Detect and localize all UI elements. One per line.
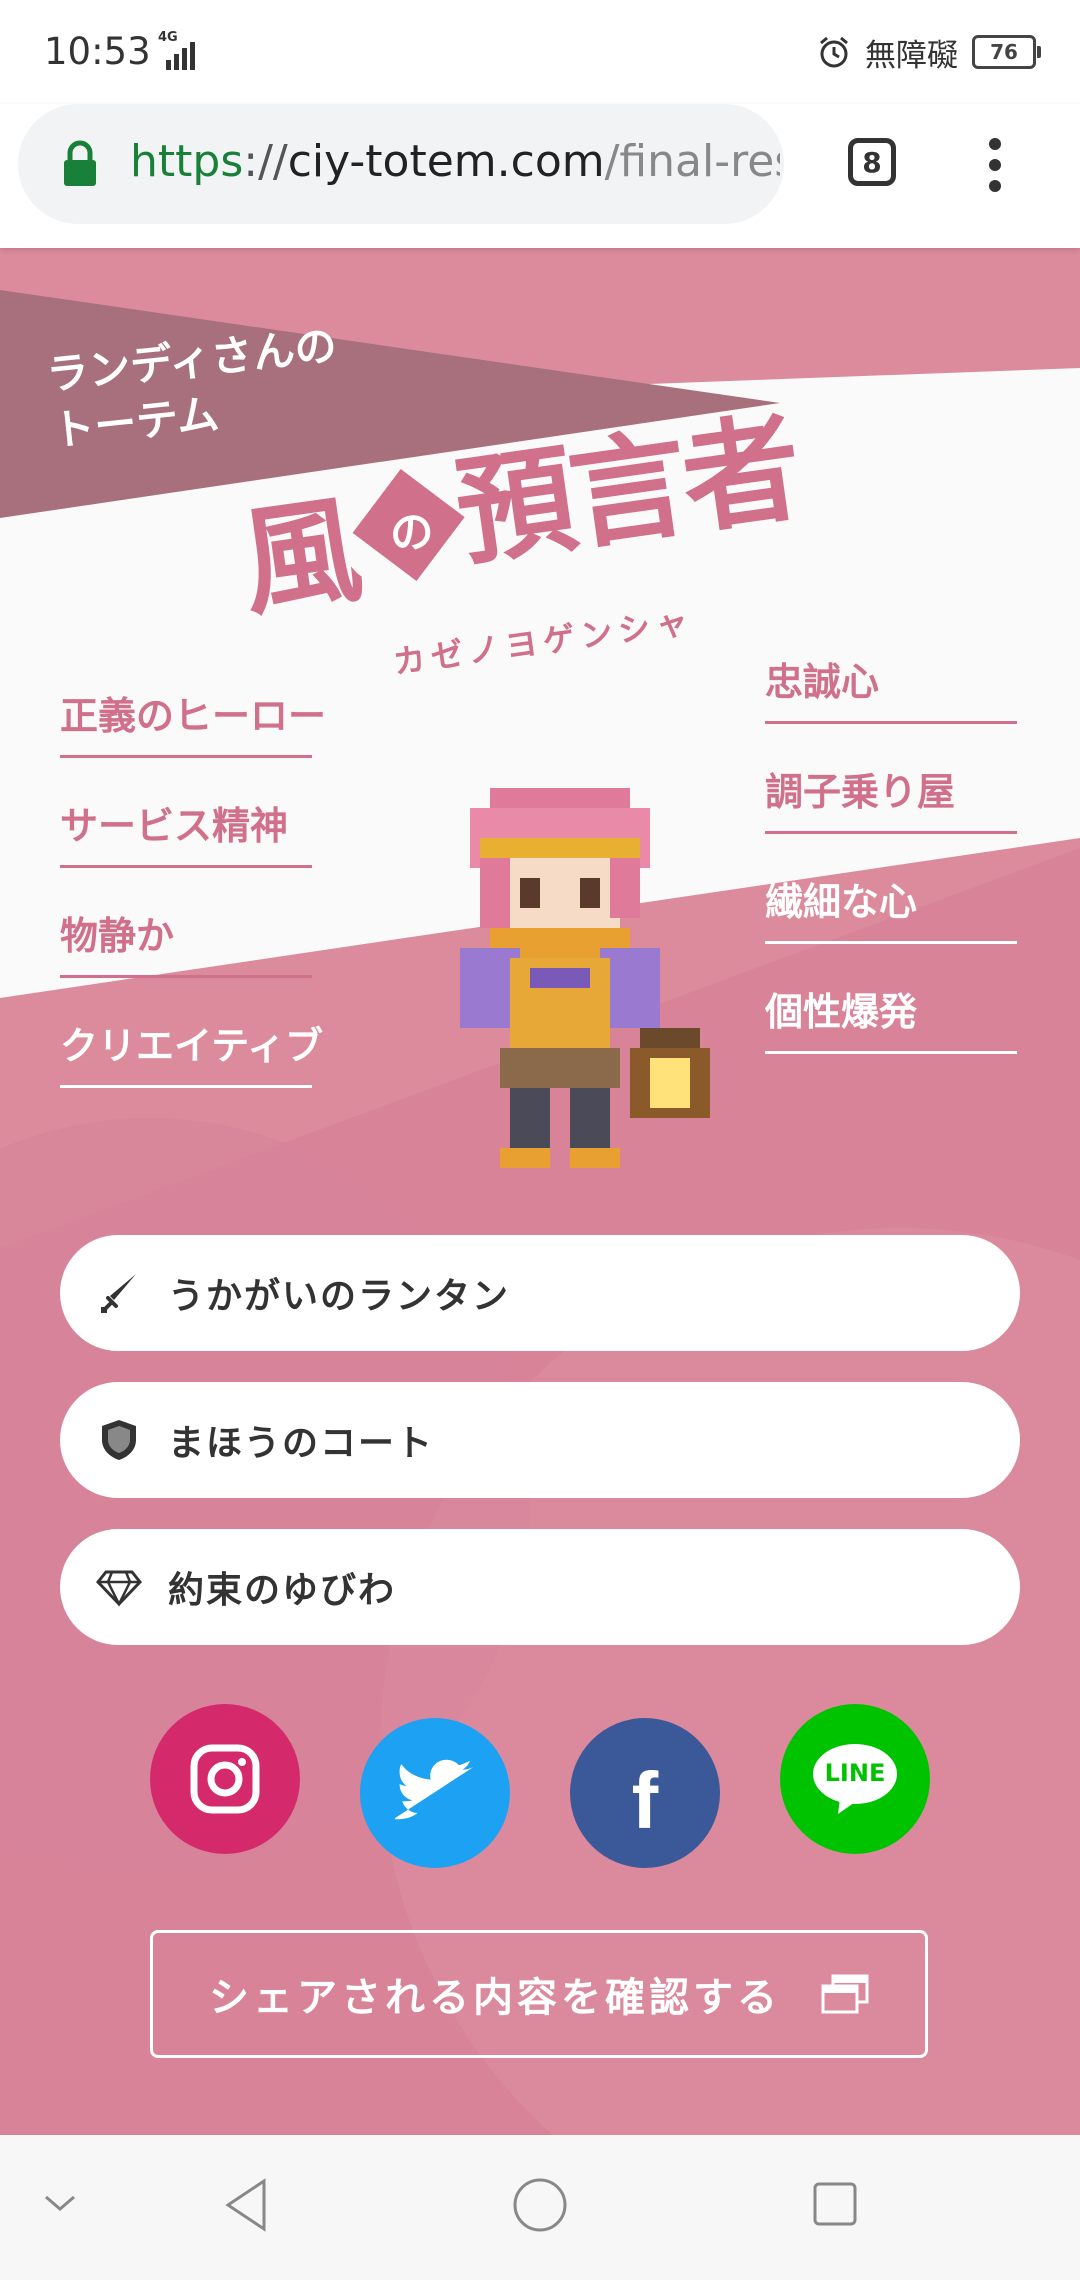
sword-icon	[101, 1274, 136, 1313]
url-scheme: https	[130, 136, 244, 187]
chevron-down-icon[interactable]	[42, 2191, 78, 2215]
url-text[interactable]: https://ciy-totem.com/final-result	[130, 136, 780, 187]
url-host: ciy-totem.com	[287, 136, 605, 187]
home-icon[interactable]	[512, 2177, 568, 2233]
battery-icon: 76	[972, 35, 1041, 69]
trait-left-4: クリエイティブ	[60, 1018, 323, 1088]
back-icon[interactable]	[222, 2177, 268, 2233]
alarm-icon	[820, 36, 848, 68]
line-icon: LINE	[810, 1742, 900, 1816]
item-button-lantern[interactable]: うかがいのランタン	[60, 1235, 1020, 1351]
tab-count: 8	[862, 145, 882, 179]
carrier-label: 無障礙	[865, 37, 958, 74]
status-bar: 10:53 4G 無障礙 76	[0, 0, 1080, 104]
instagram-icon	[190, 1744, 260, 1814]
item-label: 約束のゆびわ	[168, 1570, 397, 1611]
item-label: まほうのコート	[168, 1423, 435, 1464]
title-no: の	[386, 504, 438, 562]
recents-icon[interactable]	[812, 2181, 858, 2227]
url-bar[interactable]: https://ciy-totem.com/final-result	[18, 104, 784, 224]
shield-icon	[102, 1420, 136, 1460]
line-share-button[interactable]: LINE	[780, 1704, 930, 1854]
trait-right-3: 繊細な心	[765, 874, 1017, 944]
battery-level: 76	[990, 40, 1018, 64]
item-label: うかがいのランタン	[168, 1276, 511, 1317]
tab-switcher-button[interactable]: 8	[848, 138, 896, 186]
overflow-menu-button[interactable]	[980, 138, 1010, 192]
status-time: 10:53	[44, 30, 151, 73]
result-page: ランディさんのトーテム 風 の 預言者 カゼノヨゲンシャ 正義のヒーロー サービ…	[0, 248, 1080, 2135]
instagram-share-button[interactable]	[150, 1704, 300, 1854]
browser-toolbar: https://ciy-totem.com/final-result 8	[0, 104, 1080, 248]
trait-right-4: 個性爆発	[765, 984, 1017, 1054]
item-button-coat[interactable]: まほうのコート	[60, 1382, 1020, 1498]
trait-left-3: 物静か	[60, 908, 312, 978]
trait-right-1: 忠誠心	[765, 654, 1017, 724]
line-text: LINE	[824, 1759, 886, 1787]
trait-left-2: サービス精神	[60, 798, 312, 868]
facebook-share-button[interactable]: f	[570, 1718, 720, 1868]
system-navigation-bar	[0, 2135, 1080, 2280]
share-preview-button[interactable]: シェアされる内容を確認する	[150, 1930, 928, 2058]
lock-icon	[64, 140, 96, 186]
url-path: /final-result	[604, 136, 780, 187]
trait-right-2: 調子乗り屋	[765, 764, 1017, 834]
twitter-share-button[interactable]	[360, 1718, 510, 1868]
network-signal-icon: 4G	[152, 30, 202, 70]
diamond-icon	[96, 1570, 142, 1607]
share-preview-label: シェアされる内容を確認する	[209, 1975, 781, 2021]
trait-left-1: 正義のヒーロー	[60, 688, 326, 758]
title-kanji-1: 風	[232, 480, 365, 633]
character-sprite	[460, 788, 710, 1168]
url-separator: ://	[243, 136, 288, 187]
item-button-ring[interactable]: 約束のゆびわ	[60, 1529, 1020, 1645]
twitter-bird-icon	[395, 1759, 474, 1820]
window-icon	[821, 1974, 869, 2014]
facebook-icon: f	[631, 1756, 659, 1845]
